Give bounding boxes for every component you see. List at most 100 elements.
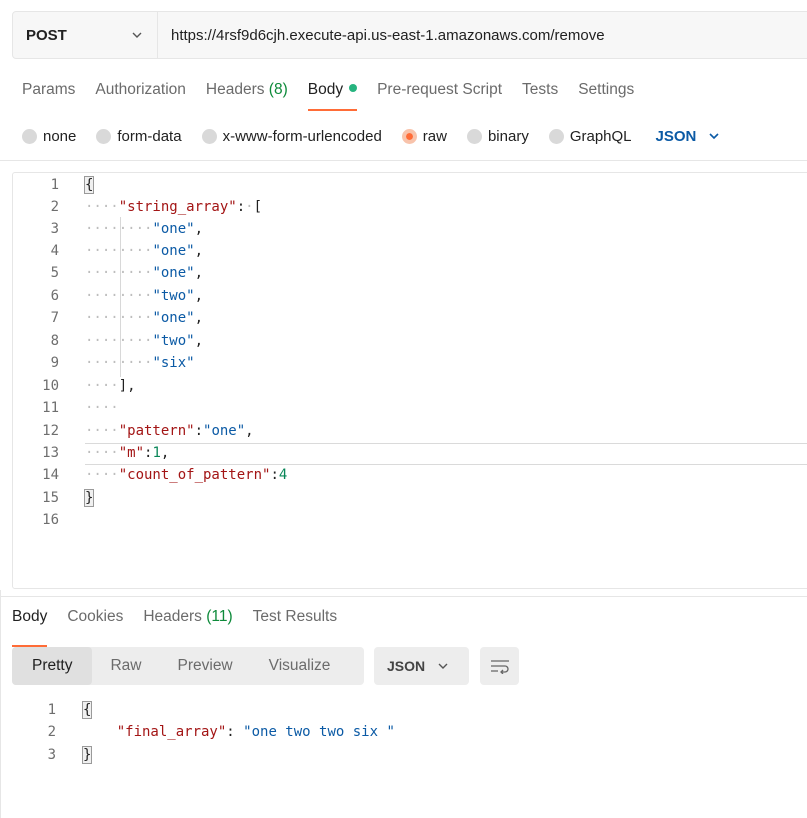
code-line: 9 ········"six" <box>13 352 807 374</box>
line-number: 8 <box>50 333 59 349</box>
headers-count: (8) <box>268 81 288 98</box>
url-input[interactable]: https://4rsf9d6cjh.execute-api.us-east-1… <box>158 12 807 58</box>
json-string: "two" <box>152 333 195 349</box>
tab-test-results[interactable]: Test Results <box>253 607 337 637</box>
radio-graphql[interactable]: GraphQL <box>548 127 632 145</box>
code-line: 6 ········"two", <box>13 285 807 307</box>
code-line: 10 ····], <box>13 375 807 397</box>
tab-label: Headers <box>205 81 265 98</box>
radio-circle[interactable] <box>22 128 37 144</box>
tab-response-body[interactable]: Body <box>12 607 48 647</box>
code-text: ····"count_of_pattern":4 <box>85 467 288 483</box>
method-label: POST <box>26 26 67 44</box>
response-format-label: JSON <box>387 658 426 674</box>
code-line: 1{ <box>13 174 807 196</box>
url-text: https://4rsf9d6cjh.execute-api.us-east-1… <box>171 26 605 44</box>
code-line: 14 ····"count_of_pattern":4 <box>13 464 807 486</box>
line-number: 11 <box>42 400 59 416</box>
tab-params[interactable]: Params <box>22 80 75 110</box>
code-text: ········"two", <box>85 288 204 304</box>
json-key: "string_array" <box>118 199 237 215</box>
code-line: 4 ········"one", <box>13 240 807 262</box>
radio-form-data[interactable]: form-data <box>96 128 182 145</box>
radio-raw[interactable]: raw <box>401 127 447 145</box>
json-string: "one" <box>152 221 195 237</box>
chevron-down-icon <box>132 32 142 38</box>
radio-label: binary <box>487 127 529 145</box>
tab-label: Headers <box>143 608 202 625</box>
json-string: "one" <box>152 243 195 259</box>
text-wrap-icon <box>490 660 509 674</box>
tab-label: Tests <box>522 81 559 98</box>
divider <box>0 160 807 161</box>
json-key: "m" <box>118 445 145 461</box>
code-line: 8 ········"two", <box>13 330 807 352</box>
tab-headers[interactable]: Headers (8) <box>206 80 288 110</box>
request-body-editor[interactable]: 1{ 2 ····"string_array":·[ 3 ········"one"… <box>12 172 807 589</box>
tab-pre-request-script[interactable]: Pre-request Script <box>377 80 502 110</box>
raw-language-select[interactable]: JSON <box>656 128 721 145</box>
tab-cookies[interactable]: Cookies <box>67 607 123 637</box>
radio-label: GraphQL <box>569 127 632 145</box>
code-line: 1{ <box>0 699 807 721</box>
code-line: 5 ········"one", <box>13 262 807 284</box>
line-number: 9 <box>50 355 59 371</box>
code-text: ····], <box>85 378 136 394</box>
json-string: "two" <box>152 288 195 304</box>
radio-label: raw <box>422 127 447 145</box>
body-type-options: none form-data x-www-form-urlencoded raw… <box>22 125 720 147</box>
code-text: ········"one", <box>85 243 204 259</box>
tab-response-headers[interactable]: Headers (11) <box>143 607 232 637</box>
view-preview-button[interactable]: Preview <box>160 647 251 685</box>
response-format-select[interactable]: JSON <box>374 647 469 685</box>
code-line: 11 ···· <box>13 397 807 419</box>
line-number: 12 <box>42 423 59 439</box>
tab-authorization[interactable]: Authorization <box>95 80 185 110</box>
code-text: ····"m":1, <box>85 445 170 461</box>
tab-label: Pre-request Script <box>377 81 503 98</box>
tab-settings[interactable]: Settings <box>578 80 634 110</box>
request-url-bar: POST https://4rsf9d6cjh.execute-api.us-e… <box>12 11 807 59</box>
method-select[interactable]: POST <box>13 12 158 58</box>
code-line: 2 "final_array": "one two two six " <box>0 721 807 743</box>
code-text: "final_array": "one two two six " <box>116 724 395 740</box>
tab-body[interactable]: Body <box>307 80 358 111</box>
tab-label: Body <box>307 81 344 98</box>
code-line: 7 ········"one", <box>13 307 807 329</box>
json-key: "pattern" <box>118 423 195 439</box>
request-tabs: Params Authorization Headers (8) Body Pr… <box>22 80 654 111</box>
line-number: 5 <box>50 265 59 281</box>
line-number: 1 <box>47 702 56 718</box>
chevron-down-icon <box>709 133 719 140</box>
radio-circle[interactable] <box>201 128 217 144</box>
raw-language-label: JSON <box>655 127 697 145</box>
view-visualize-button[interactable]: Visualize <box>251 647 349 685</box>
wrap-lines-button[interactable] <box>480 647 519 685</box>
code-text: { <box>83 176 95 194</box>
line-number: 3 <box>50 221 59 237</box>
radio-x-www-form-urlencoded[interactable]: x-www-form-urlencoded <box>201 128 382 145</box>
response-body-viewer: 1{ 2 "final_array": "one two two six " 3… <box>0 698 807 818</box>
line-number: 7 <box>50 310 59 326</box>
view-raw-button[interactable]: Raw <box>92 647 159 685</box>
radio-circle-checked[interactable] <box>401 128 417 144</box>
headers-count: (11) <box>206 608 233 625</box>
json-number: 4 <box>278 467 288 483</box>
response-view-modes: Pretty Raw Preview Visualize <box>12 647 364 685</box>
radio-none[interactable]: none <box>22 128 76 145</box>
json-string: "one" <box>203 423 246 439</box>
line-number: 2 <box>47 724 56 740</box>
code-line: 12 ····"pattern":"one", <box>13 420 807 442</box>
tab-label: Cookies <box>67 608 124 625</box>
radio-binary[interactable]: binary <box>466 127 529 145</box>
radio-circle[interactable] <box>466 128 482 144</box>
line-number: 3 <box>47 747 56 763</box>
code-line: 3 ········"one", <box>13 218 807 240</box>
radio-circle[interactable] <box>96 128 112 144</box>
code-line: 13 ····"m":1, <box>13 442 807 464</box>
tab-tests[interactable]: Tests <box>522 80 558 110</box>
view-pretty-button[interactable]: Pretty <box>12 647 93 685</box>
line-number: 14 <box>42 467 59 483</box>
line-number: 13 <box>42 445 59 461</box>
radio-circle[interactable] <box>548 128 564 144</box>
